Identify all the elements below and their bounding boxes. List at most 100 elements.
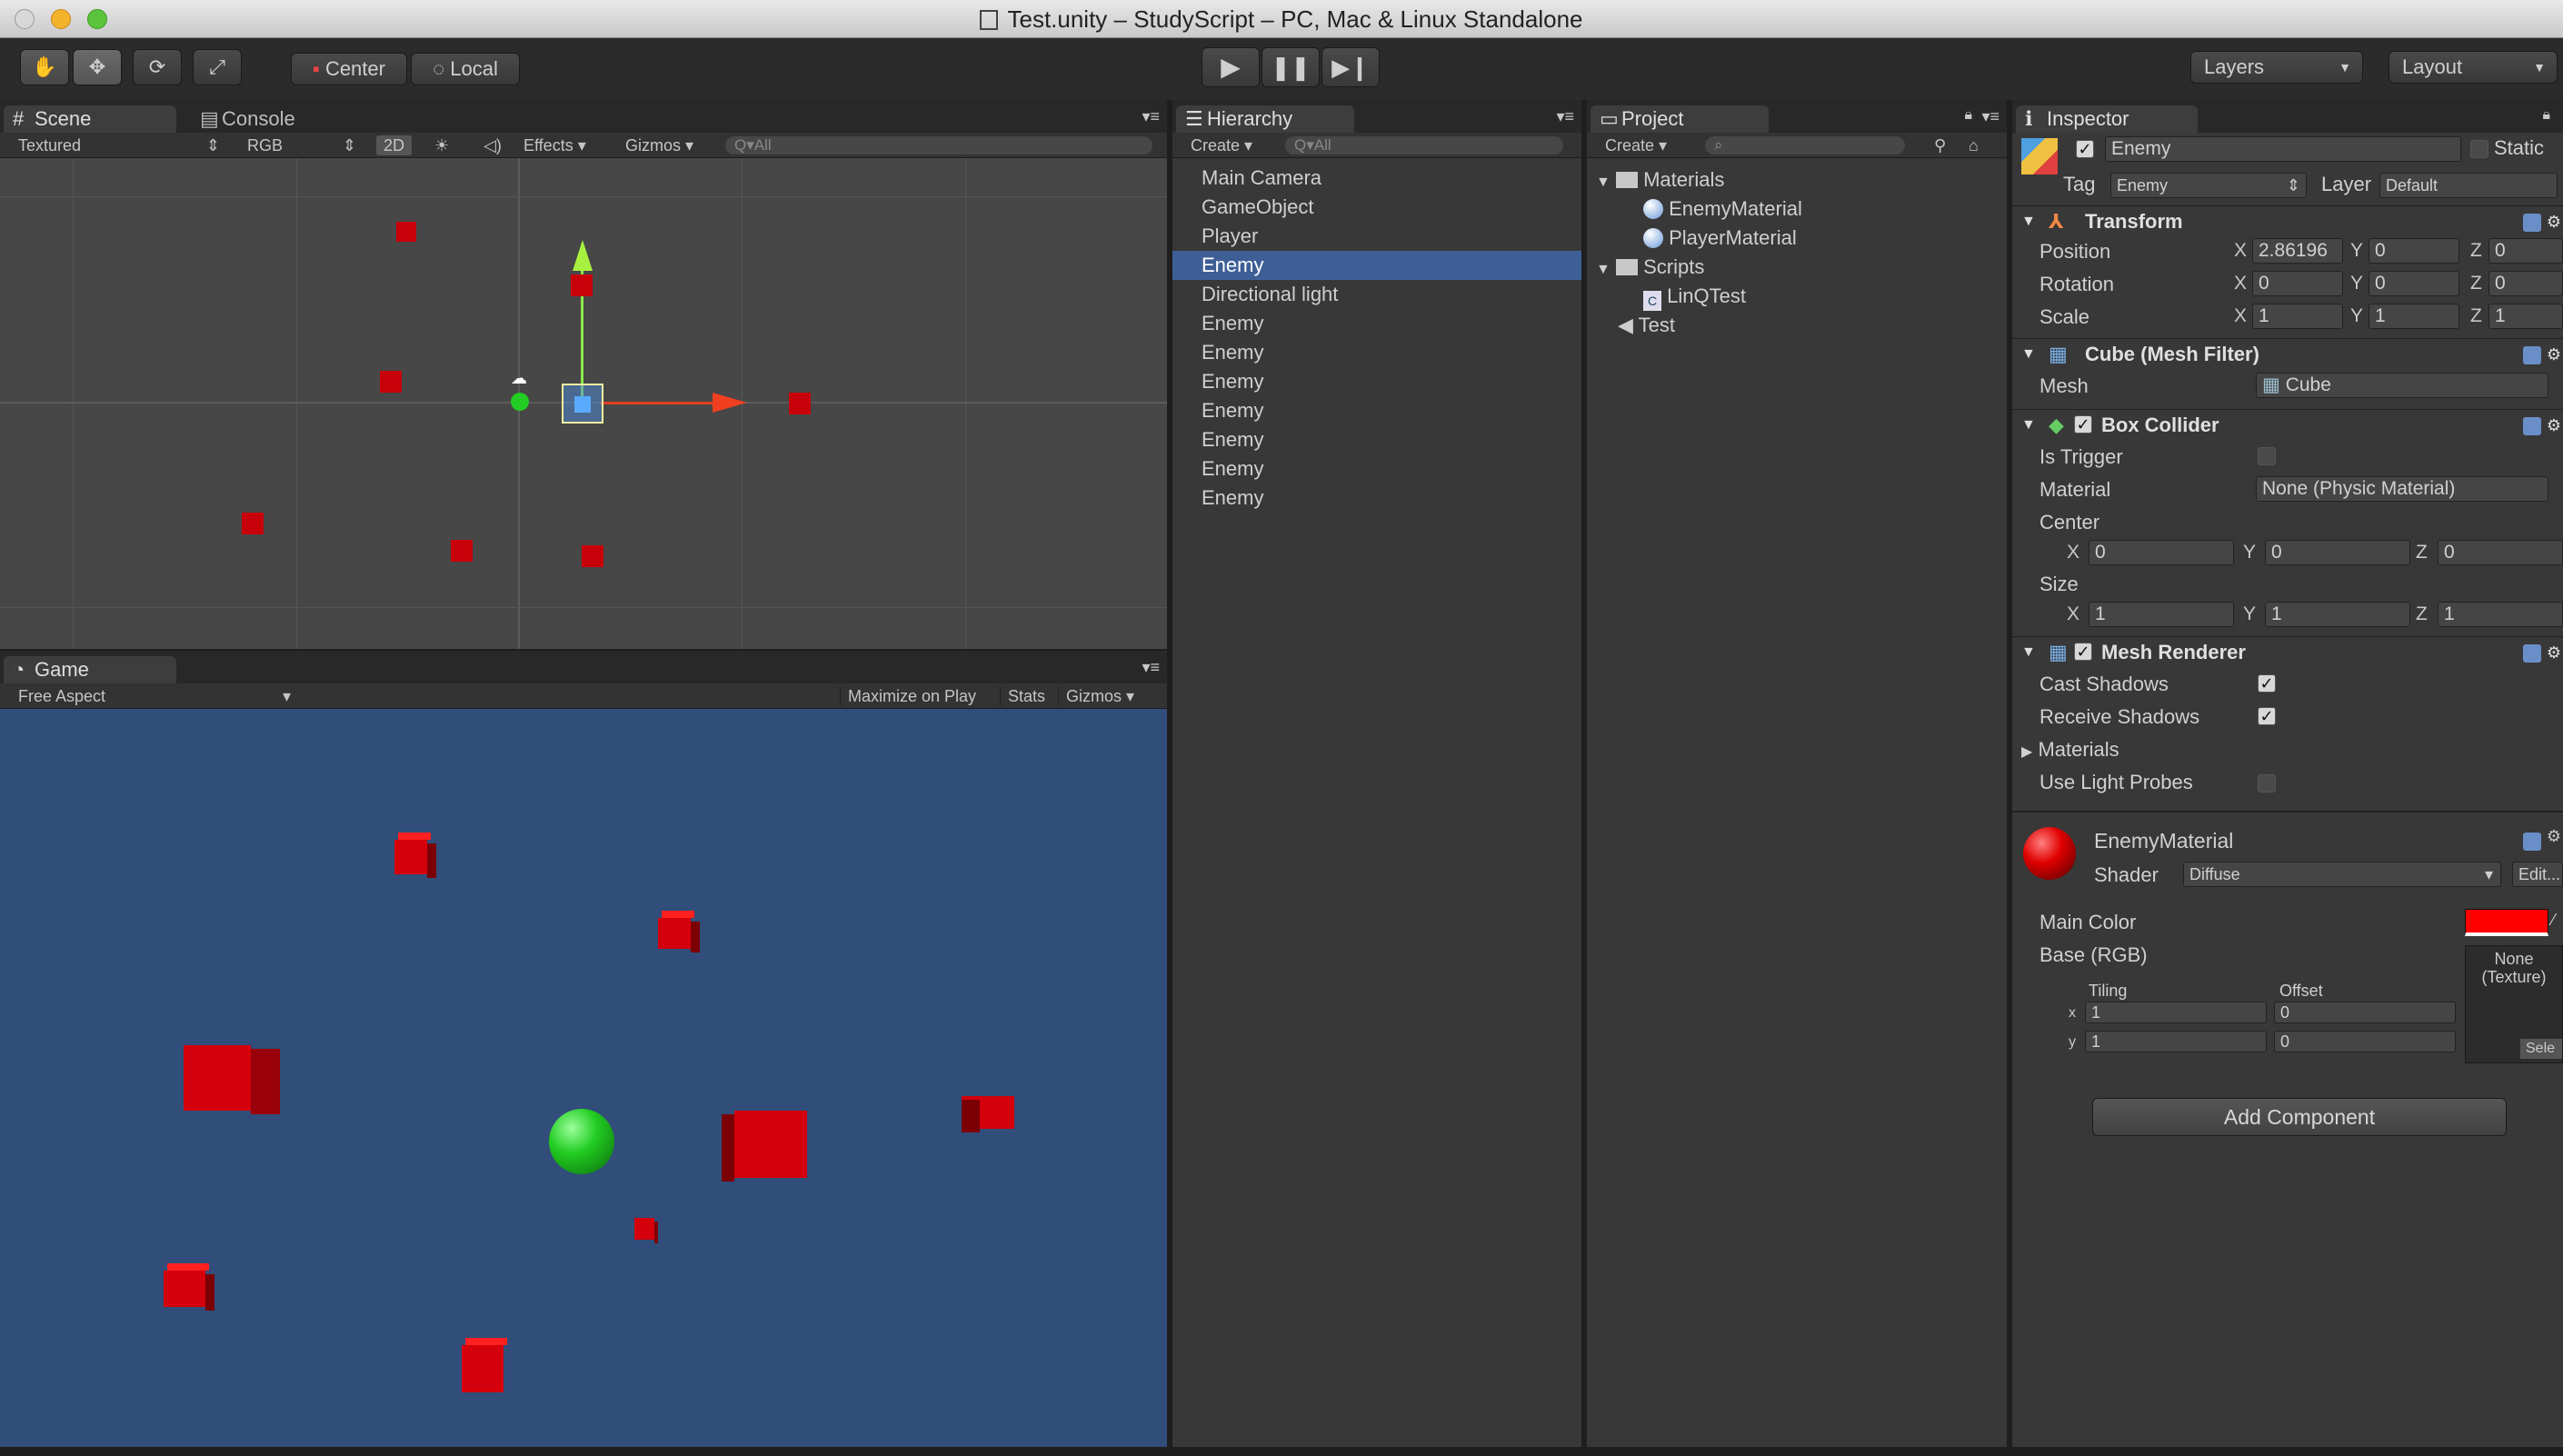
game-gizmos-dropdown[interactable]: Gizmos ▾ (1058, 686, 1142, 706)
tab-project[interactable]: ▭ Project (1591, 105, 1769, 133)
box-collider-header[interactable]: ▼ ◆ ✓ Box Collider ⚙ (2012, 409, 2563, 440)
hierarchy-item[interactable]: Enemy (1172, 454, 1581, 484)
light-icon[interactable]: ☁ (511, 369, 527, 388)
materials-foldout[interactable]: ▶ Materials (2021, 738, 2119, 762)
hierarchy-create-dropdown[interactable]: Create ▾ (1183, 135, 1260, 155)
render-mode-dropdown[interactable]: RGB ⇕ (240, 135, 362, 155)
hierarchy-item[interactable]: Directional light (1172, 280, 1581, 309)
enemy-sprite[interactable] (571, 274, 593, 296)
mesh-filter-header[interactable]: ▼ ▦ Cube (Mesh Filter) ⚙ (2012, 338, 2563, 369)
position-x-field[interactable]: 2.86196 (2252, 238, 2343, 264)
move-tool-button[interactable]: ✥ (73, 49, 122, 85)
pivot-center-button[interactable]: ▪ Center (291, 53, 407, 85)
effects-dropdown[interactable]: Effects ▾ (516, 135, 593, 155)
help-icon[interactable] (2523, 417, 2541, 435)
shading-mode-dropdown[interactable]: Textured ⇕ (11, 135, 225, 155)
move-gizmo-x-axis[interactable] (600, 402, 718, 404)
shader-edit-button[interactable]: Edit... (2512, 862, 2563, 887)
enemy-sprite[interactable] (789, 393, 811, 414)
enemy-cube[interactable] (164, 1263, 214, 1311)
center-x-field[interactable]: 0 (2089, 540, 2234, 565)
rotation-y-field[interactable]: 0 (2369, 271, 2459, 296)
add-component-button[interactable]: Add Component (2092, 1098, 2507, 1136)
game-viewport[interactable] (0, 709, 1167, 1447)
center-y-field[interactable]: 0 (2265, 540, 2410, 565)
static-checkbox[interactable] (2470, 140, 2488, 158)
hierarchy-item[interactable]: Enemy (1172, 367, 1581, 396)
mode-2d-toggle[interactable]: 2D (376, 135, 413, 155)
hierarchy-item[interactable]: Enemy (1172, 484, 1581, 513)
pause-button[interactable]: ❚❚ (1262, 47, 1320, 87)
hierarchy-search-input[interactable]: Q▾All (1285, 136, 1563, 155)
hierarchy-item[interactable]: GameObject (1172, 193, 1581, 222)
project-material-enemy[interactable]: EnemyMaterial (1643, 194, 1802, 224)
mesh-renderer-header[interactable]: ▼ ▦ ✓ Mesh Renderer ⚙ (2012, 636, 2563, 667)
project-scene-test[interactable]: ◀ Test (1618, 311, 1675, 340)
active-checkbox[interactable]: ✓ (2076, 140, 2094, 158)
project-folder-scripts[interactable]: ▼ Scripts (1596, 253, 1704, 282)
filter-by-label-icon[interactable]: ⌂ (1961, 135, 1986, 155)
offset-y-field[interactable]: 0 (2274, 1031, 2456, 1052)
tiling-x-field[interactable]: 1 (2085, 1002, 2267, 1023)
center-z-field[interactable]: 0 (2438, 540, 2563, 565)
texture-select-button[interactable]: Sele (2520, 1039, 2562, 1059)
gear-icon[interactable]: ⚙ (2547, 339, 2561, 370)
layer-dropdown[interactable]: Default (2379, 173, 2558, 198)
hierarchy-item[interactable]: Enemy (1172, 338, 1581, 367)
filter-by-type-icon[interactable]: ⚲ (1927, 135, 1953, 155)
position-y-field[interactable]: 0 (2369, 238, 2459, 264)
gear-icon[interactable]: ⚙ (2547, 827, 2561, 846)
hierarchy-item[interactable]: Player (1172, 222, 1581, 251)
move-gizmo-center[interactable] (574, 396, 591, 413)
scale-tool-button[interactable]: ⤢ (193, 49, 242, 85)
player-sphere[interactable] (511, 393, 529, 411)
is-trigger-checkbox[interactable] (2258, 447, 2276, 465)
cast-shadows-checkbox[interactable]: ✓ (2258, 674, 2276, 693)
size-x-field[interactable]: 1 (2089, 602, 2234, 627)
gizmos-dropdown[interactable]: Gizmos ▾ (618, 135, 701, 155)
texture-slot[interactable]: None (Texture) Sele (2465, 945, 2563, 1063)
main-color-swatch[interactable] (2465, 909, 2548, 936)
offset-x-field[interactable]: 0 (2274, 1002, 2456, 1023)
project-folder-materials[interactable]: ▼ Materials (1596, 165, 1724, 194)
close-window-button[interactable] (15, 9, 35, 29)
enemy-sprite[interactable] (242, 513, 264, 534)
enemy-cube[interactable] (722, 1111, 807, 1182)
lock-icon[interactable]: 🔒︎ (1964, 107, 1972, 124)
aspect-dropdown[interactable]: Free Aspect ▾ (11, 686, 296, 706)
mesh-object-field[interactable]: ▦ Cube (2256, 373, 2548, 398)
hierarchy-item[interactable]: Main Camera (1172, 164, 1581, 193)
enemy-cube[interactable] (462, 1338, 507, 1392)
gear-icon[interactable]: ⚙ (2547, 410, 2561, 441)
maximize-on-play-toggle[interactable]: Maximize on Play (840, 686, 983, 706)
use-light-probes-checkbox[interactable] (2258, 774, 2276, 793)
panel-menu-icon[interactable]: ▾≡ (1142, 107, 1160, 126)
help-icon[interactable] (2523, 346, 2541, 364)
rotation-x-field[interactable]: 0 (2252, 271, 2343, 296)
player-sphere[interactable] (549, 1109, 614, 1174)
gear-icon[interactable]: ⚙ (2547, 206, 2561, 237)
step-button[interactable]: ▶❙ (1321, 47, 1380, 87)
move-gizmo-x-arrow[interactable] (713, 393, 747, 413)
tab-scene[interactable]: # Scene (4, 105, 176, 133)
scale-x-field[interactable]: 1 (2252, 304, 2343, 329)
enemy-cube[interactable] (184, 1045, 280, 1114)
mesh-renderer-enabled-checkbox[interactable]: ✓ (2074, 643, 2092, 661)
enemy-cube[interactable] (634, 1218, 658, 1243)
scale-y-field[interactable]: 1 (2369, 304, 2459, 329)
tiling-y-field[interactable]: 1 (2085, 1031, 2267, 1052)
receive-shadows-checkbox[interactable]: ✓ (2258, 707, 2276, 725)
object-name-input[interactable]: Enemy (2105, 136, 2461, 162)
move-gizmo-y-arrow[interactable] (573, 240, 593, 271)
stats-toggle[interactable]: Stats (1000, 686, 1052, 706)
enemy-sprite[interactable] (451, 540, 473, 562)
tag-dropdown[interactable]: Enemy ⇕ (2110, 173, 2307, 198)
project-script-linqtest[interactable]: C LinQTest (1643, 282, 1746, 311)
play-button[interactable]: ▶ (1202, 47, 1260, 87)
project-search-input[interactable]: ⌕ (1705, 136, 1905, 155)
scale-z-field[interactable]: 1 (2488, 304, 2563, 329)
layers-dropdown[interactable]: Layers ▼ (2190, 51, 2363, 84)
enemy-cube[interactable] (962, 1096, 1014, 1132)
tab-game[interactable]: ◔ Game (4, 656, 176, 683)
position-z-field[interactable]: 0 (2488, 238, 2563, 264)
